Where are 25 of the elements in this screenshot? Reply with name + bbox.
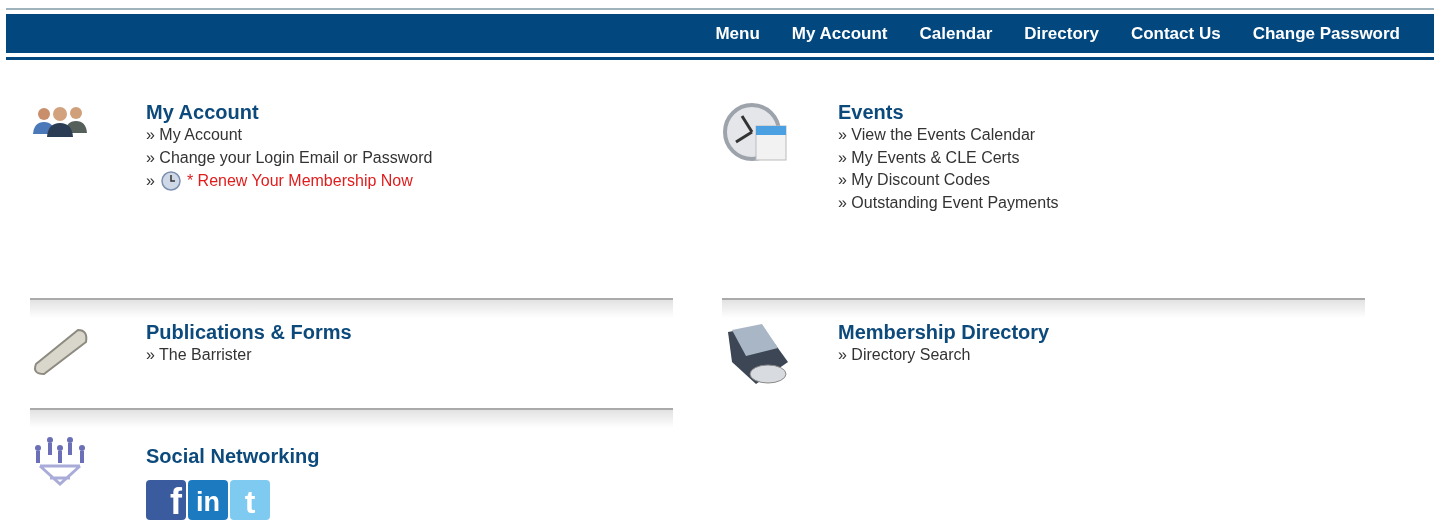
section-link[interactable]: » View the Events Calendar <box>838 124 1036 147</box>
nav-link[interactable]: Change Password <box>1236 23 1416 44</box>
nav-link[interactable]: Contact Us <box>1114 23 1237 44</box>
nav-link[interactable]: Calendar <box>903 23 1009 44</box>
section-title: Publications & Forms <box>146 320 352 344</box>
section-link[interactable]: » Outstanding Event Payments <box>838 191 1059 214</box>
nav-link[interactable]: Menu <box>699 23 776 44</box>
clock-icon <box>160 171 181 191</box>
section-link[interactable]: » My Account <box>146 124 243 147</box>
section-title: My Account <box>146 100 260 124</box>
nav-link[interactable]: My Account <box>775 23 904 44</box>
section-title: Events <box>838 100 905 124</box>
nav-link[interactable]: Directory <box>1008 23 1115 44</box>
facebook-icon[interactable]: f <box>146 480 186 520</box>
section-link[interactable]: » Change your Login Email or Password <box>146 146 433 169</box>
section-link[interactable]: » My Discount Codes <box>838 169 991 192</box>
linkedin-icon[interactable]: in <box>188 480 228 520</box>
section-title: Social Networking <box>146 444 320 468</box>
renew-link[interactable]: * Renew Your Membership Now <box>186 169 413 193</box>
section-link[interactable]: » The Barrister <box>146 344 252 367</box>
bullet-mark: » <box>146 171 155 191</box>
section-link[interactable]: » Directory Search <box>838 344 971 367</box>
section-title: Membership Directory <box>838 320 1050 344</box>
clock-calendar-icon <box>722 102 788 164</box>
section-link[interactable]: » My Events & CLE Certs <box>838 146 1020 169</box>
